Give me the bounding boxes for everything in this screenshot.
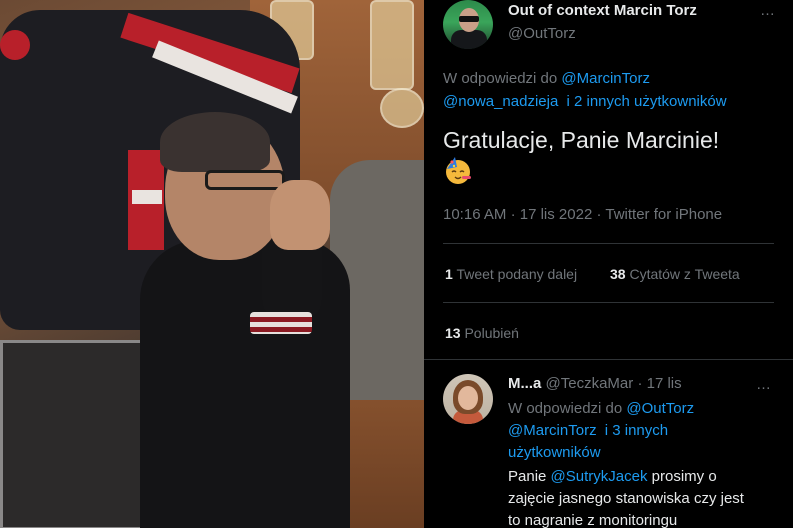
tweet-date[interactable]: 17 lis 2022 xyxy=(520,206,593,223)
quotes-stat[interactable]: 38 Cytatów z Tweeta xyxy=(610,266,740,282)
reply-text-line-1: Panie @SutrykJacek prosimy o xyxy=(508,468,717,485)
tweet-source: Twitter for iPhone xyxy=(605,206,723,223)
reply-text-line-2: zajęcie jasnego stanowiska czy jest xyxy=(508,490,744,507)
divider xyxy=(443,302,774,303)
reply-author-handle[interactable]: @TeczkaMar xyxy=(546,375,634,392)
author-handle[interactable]: @OutTorz xyxy=(508,25,576,42)
likes-stat[interactable]: 13 Polubień xyxy=(445,325,519,341)
reply-to-others-link[interactable]: użytkowników xyxy=(508,444,601,461)
reply-to-others-link[interactable]: i 3 innych xyxy=(605,422,668,439)
tweet-photo[interactable] xyxy=(0,0,424,528)
reply-to-mention[interactable]: @MarcinTorz xyxy=(561,70,650,87)
photo-man-glasses xyxy=(205,170,285,190)
reply-to-mention[interactable]: @MarcinTorz xyxy=(508,422,597,439)
reply-to-others-link[interactable]: i 2 innych użytkowników xyxy=(566,93,726,110)
more-options-icon[interactable]: … xyxy=(760,2,776,19)
quotes-label: Cytatów z Tweeta xyxy=(629,266,740,282)
likes-count: 13 xyxy=(445,325,461,341)
retweets-count: 1 xyxy=(445,266,453,282)
reply-author-name[interactable]: M...a xyxy=(508,375,541,392)
reply-date[interactable]: 17 lis xyxy=(647,375,682,392)
retweets-stat[interactable]: 1 Tweet podany dalej xyxy=(445,266,577,282)
reply-body-mention[interactable]: @SutrykJacek xyxy=(551,468,648,485)
reply-context-line-3: użytkowników xyxy=(508,444,601,461)
reply-context-line-1: W odpowiedzi do @OutTorz xyxy=(508,400,695,417)
photo-man-hair xyxy=(160,112,270,172)
photo-glass xyxy=(370,0,414,90)
reply-author-avatar[interactable] xyxy=(443,374,493,424)
likes-label: Polubień xyxy=(464,325,519,341)
reply-header: M...a @TeczkaMar · 17 lis xyxy=(508,375,682,392)
reply-text-line-3: to nagranie z monitoringu xyxy=(508,512,678,528)
tweet-text: Gratulacje, Panie Marcinie! xyxy=(443,127,720,153)
reply-to-mention[interactable]: @nowa_nadzieja xyxy=(443,93,558,110)
reply-prefix: W odpowiedzi do xyxy=(443,70,558,87)
photo-jacket-stripe xyxy=(0,30,30,60)
reply-to-mention[interactable]: @OutTorz xyxy=(626,400,694,417)
tweet-panel: Out of context Marcin Torz @OutTorz … W … xyxy=(424,0,793,528)
reply-context-line-2: @MarcinTorz i 3 innych xyxy=(508,422,668,439)
photo-jacket-stripe xyxy=(132,190,162,204)
author-name[interactable]: Out of context Marcin Torz xyxy=(508,2,697,19)
reply-more-options-icon[interactable]: … xyxy=(756,376,772,393)
partying-face-emoji-icon xyxy=(446,157,471,184)
quotes-count: 38 xyxy=(610,266,626,282)
tweet-time[interactable]: 10:16 AM xyxy=(443,206,506,223)
divider xyxy=(424,359,793,360)
photo-man-cuff xyxy=(250,312,312,334)
retweets-label: Tweet podany dalej xyxy=(456,266,578,282)
author-avatar[interactable] xyxy=(443,0,493,49)
reply-context-line-1: W odpowiedzi do @MarcinTorz xyxy=(443,70,650,87)
photo-man-fist xyxy=(270,180,330,250)
divider xyxy=(443,243,774,244)
photo-bowl xyxy=(380,88,424,128)
reply-context-line-2: @nowa_nadzieja i 2 innych użytkowników xyxy=(443,93,727,110)
tweet-meta: 10:16 AM · 17 lis 2022 · Twitter for iPh… xyxy=(443,206,723,223)
